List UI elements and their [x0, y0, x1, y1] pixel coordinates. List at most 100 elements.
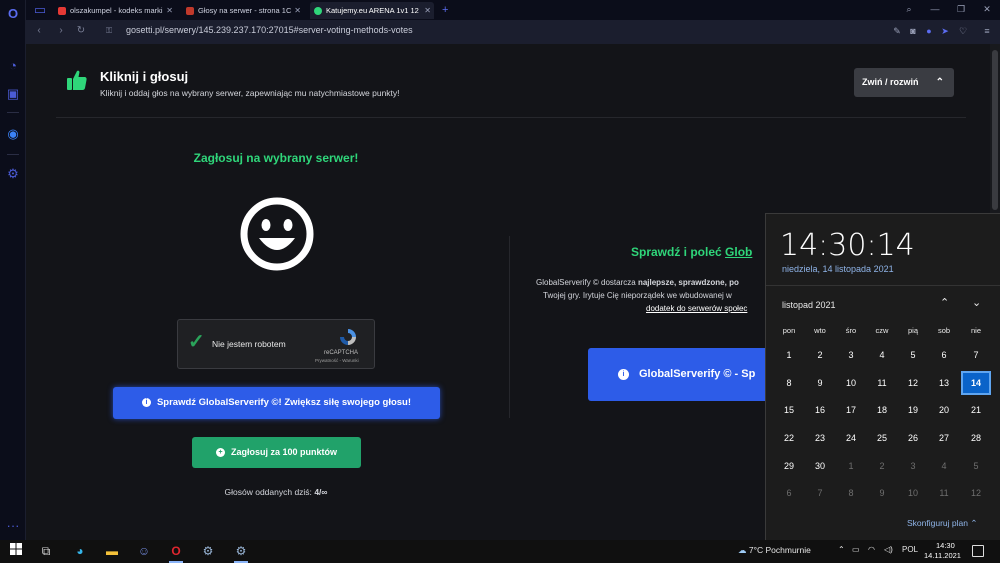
network-icon[interactable]: ▭	[852, 545, 860, 554]
close-tab-icon[interactable]: ✕	[424, 2, 431, 19]
calendar-day[interactable]: 1	[774, 343, 804, 367]
easy-setup-icon[interactable]: ≡	[982, 26, 992, 36]
calendar-day[interactable]: 17	[836, 398, 866, 422]
messenger-icon[interactable]: ◉	[5, 126, 21, 142]
calendar-day[interactable]: 18	[867, 398, 897, 422]
calendar-day[interactable]: 11	[929, 481, 959, 505]
flyout-date[interactable]: niedziela, 14 listopada 2021	[782, 264, 894, 274]
windows-start-icon[interactable]	[8, 543, 24, 559]
maximize-icon[interactable]: ❐	[956, 4, 966, 14]
calendar-day[interactable]: 9	[867, 481, 897, 505]
taskbar-date[interactable]: 14.11.2021	[924, 551, 961, 560]
tab-katujemy[interactable]: Katujemy.eu ARENA 1v1 12 ✕	[310, 2, 434, 19]
opera-logo-icon[interactable]: O	[5, 6, 21, 22]
bag-icon[interactable]: ▣	[5, 86, 21, 102]
edit-icon[interactable]: ✎	[892, 26, 902, 36]
collapse-expand-button[interactable]: Zwiń / rozwiń ⌃	[854, 68, 954, 97]
calendar-day[interactable]: 23	[805, 426, 835, 450]
calendar-day[interactable]: 1	[836, 454, 866, 478]
wifi-icon[interactable]: ◠	[868, 545, 875, 554]
calendar-day[interactable]: 24	[836, 426, 866, 450]
calendar-month[interactable]: listopad 2021	[782, 300, 836, 310]
calendar-day[interactable]: 22	[774, 426, 804, 450]
calendar-day[interactable]: 7	[805, 481, 835, 505]
back-button[interactable]: ‹	[32, 24, 46, 38]
notifications-icon[interactable]	[972, 545, 984, 557]
calendar-day[interactable]: 30	[805, 454, 835, 478]
tab-olszakumpel[interactable]: olszakumpel - kodeks marki ✕	[54, 2, 176, 19]
snapshot-icon[interactable]: ◙	[908, 26, 918, 36]
calendar-day[interactable]: 12	[898, 371, 928, 395]
calendar-day[interactable]: 8	[836, 481, 866, 505]
close-tab-icon[interactable]: ✕	[166, 2, 173, 19]
calendar-day[interactable]: 4	[867, 343, 897, 367]
calendar-day[interactable]: 3	[898, 454, 928, 478]
calendar-day[interactable]: 6	[929, 343, 959, 367]
more-dots-icon[interactable]: ···	[5, 518, 21, 534]
globalserverify-link[interactable]: Glob	[725, 245, 752, 259]
calendar-day[interactable]: 16	[805, 398, 835, 422]
calendar-day[interactable]: 26	[898, 426, 928, 450]
calendar-day[interactable]: 2	[867, 454, 897, 478]
edge-icon[interactable]: ◕	[72, 543, 88, 559]
language-indicator[interactable]: POL	[902, 545, 918, 554]
speed-dial-icon[interactable]: ◔	[5, 58, 21, 74]
discord-icon[interactable]: ☺	[136, 543, 152, 559]
calendar-day[interactable]: 6	[774, 481, 804, 505]
calendar-day[interactable]: 12	[961, 481, 991, 505]
configure-plan-link[interactable]: Skonfiguruj plan ⌃	[907, 518, 977, 529]
vpn-icon[interactable]: ●	[924, 26, 934, 36]
recaptcha-widget[interactable]: ✓ Nie jestem robotem reCAPTCHA Prywatnoś…	[177, 319, 375, 369]
calendar-day[interactable]: 25	[867, 426, 897, 450]
calendar-day[interactable]: 28	[961, 426, 991, 450]
calendar-day[interactable]: 4	[929, 454, 959, 478]
calendar-day[interactable]: 10	[898, 481, 928, 505]
send-icon[interactable]: ➤	[940, 26, 950, 36]
calendar-day[interactable]: 14	[961, 371, 991, 395]
search-tabs-icon[interactable]: ⌕	[904, 4, 914, 14]
volume-icon[interactable]: ◁)	[884, 545, 893, 554]
recaptcha-links[interactable]: Prywatność - Warunki	[315, 358, 359, 363]
calendar-day[interactable]: 13	[929, 371, 959, 395]
close-tab-icon[interactable]: ✕	[294, 2, 301, 19]
heart-icon[interactable]: ♡	[958, 26, 968, 36]
tab-glosy[interactable]: Głosy na serwer - strona 1C ✕	[182, 2, 304, 19]
calendar-day[interactable]: 21	[961, 398, 991, 422]
forward-button[interactable]: ›	[54, 24, 68, 38]
vote-100-points-button[interactable]: + Zagłosuj za 100 punktów	[192, 437, 361, 468]
close-window-icon[interactable]: ✕	[982, 4, 992, 14]
calendar-day[interactable]: 2	[805, 343, 835, 367]
calendar-day[interactable]: 9	[805, 371, 835, 395]
steam-icon-2[interactable]: ⚙	[233, 543, 249, 559]
opera-icon[interactable]: O	[168, 543, 184, 559]
steam-icon[interactable]: ⚙	[200, 543, 216, 559]
minimize-icon[interactable]: —	[930, 4, 940, 14]
file-explorer-icon[interactable]: ▬	[104, 543, 120, 559]
calendar-day[interactable]: 8	[774, 371, 804, 395]
calendar-day[interactable]: 27	[929, 426, 959, 450]
settings-gear-icon[interactable]: ⚙	[5, 166, 21, 182]
checkmark-icon[interactable]: ✓	[188, 330, 205, 354]
globalserverify-button[interactable]: i Sprawdź GlobalServerify ©! Zwiększ siłę…	[113, 387, 440, 419]
next-month-icon[interactable]: ⌄	[972, 296, 981, 309]
calendar-day[interactable]: 20	[929, 398, 959, 422]
previous-month-icon[interactable]: ⌃	[940, 296, 949, 309]
taskbar-time[interactable]: 14:30	[936, 541, 955, 550]
calendar-day[interactable]: 19	[898, 398, 928, 422]
url-field[interactable]: gosetti.pl/serwery/145.239.237.170:27015…	[126, 25, 413, 35]
task-view-icon[interactable]: ⧉	[38, 543, 54, 559]
addon-link[interactable]: dodatek do serwerów społec	[646, 304, 747, 313]
weather-widget[interactable]: ☁ 7°C Pochmurnie	[738, 545, 811, 556]
new-tab-button[interactable]: +	[438, 2, 454, 19]
calendar-day[interactable]: 5	[961, 454, 991, 478]
calendar-day[interactable]: 7	[961, 343, 991, 367]
workspaces-icon[interactable]: ▭	[32, 2, 48, 18]
reload-button[interactable]: ↻	[74, 24, 88, 38]
tray-chevron-icon[interactable]: ⌃	[838, 545, 845, 554]
calendar-day[interactable]: 10	[836, 371, 866, 395]
scrollbar-thumb[interactable]	[992, 50, 998, 210]
calendar-day[interactable]: 29	[774, 454, 804, 478]
calendar-day[interactable]: 5	[898, 343, 928, 367]
calendar-day[interactable]: 3	[836, 343, 866, 367]
calendar-day[interactable]: 15	[774, 398, 804, 422]
